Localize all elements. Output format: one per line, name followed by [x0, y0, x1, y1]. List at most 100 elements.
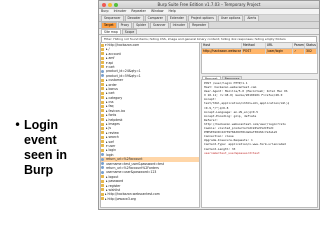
column-method[interactable]: Method: [242, 43, 266, 48]
folder-icon: [101, 126, 104, 130]
tree-item-label: ▸ cart: [105, 91, 115, 96]
tab-repeater[interactable]: Repeater: [189, 22, 210, 28]
table-row[interactable]: http://hackazon.webscantest.com POST /us…: [202, 49, 317, 54]
request-icon: [101, 69, 104, 73]
tree-item-label: username=user&password=123: [105, 170, 157, 175]
tab-site-map[interactable]: Site map: [101, 29, 121, 34]
tab-alerts[interactable]: Alerts: [244, 15, 260, 21]
cell-method: POST: [242, 49, 266, 54]
tree-item-label: ▸ order: [105, 82, 117, 87]
tree-item-label: ▸ bonus: [105, 86, 118, 91]
request-icon: [101, 157, 104, 161]
tree-item-label: ▾ http://hackazon.com: [105, 43, 140, 47]
window-title: Burp Suite Free Edition v1.7.03 – Tempor…: [157, 2, 261, 7]
title-bar: Burp Suite Free Edition v1.7.03 – Tempor…: [99, 1, 319, 9]
tree-item-label: ▸ password: [105, 179, 124, 184]
tree-item-label: ▸ favicon.ico: [105, 108, 126, 113]
tree-item-label: ▸ js: [105, 126, 111, 131]
tree-item-label: product_id=24&qty=1: [105, 69, 141, 74]
tree-item-label: username=test_user&password=test: [105, 161, 164, 166]
tree-item-label: ▸ register: [105, 183, 121, 188]
folder-icon: [101, 192, 104, 196]
folder-icon: [101, 61, 104, 65]
tree-item-label: ▸ customer: [105, 78, 124, 83]
tree-item-label: ▸ /: [105, 47, 110, 52]
folder-icon: [101, 43, 104, 47]
bullet-text: Login event seen in Burp: [24, 118, 67, 178]
tree-item-label: ▸ css: [105, 100, 114, 105]
tab-extender[interactable]: Extender: [166, 15, 187, 21]
tree-item-label: ▸ category: [105, 95, 123, 100]
menu-window[interactable]: Window: [151, 9, 164, 13]
tab-target[interactable]: Target: [101, 22, 117, 28]
tab-intruder[interactable]: Intruder: [169, 22, 189, 28]
folder-icon: [101, 144, 104, 148]
folder-icon: [101, 118, 104, 122]
folder-icon: [101, 122, 104, 126]
folder-icon: [101, 96, 104, 100]
menu-help[interactable]: Help: [169, 9, 176, 13]
tree-item-label: ▸ logout: [105, 174, 119, 179]
tree-item-label: ▸ amf: [105, 56, 115, 61]
tree-item-label: ▸ faq: [105, 104, 114, 109]
request-icon: [101, 166, 104, 170]
menu-repeater[interactable]: Repeater: [131, 9, 146, 13]
bullet-line: Burp: [24, 163, 54, 177]
folder-icon: [101, 131, 104, 135]
folder-icon: [101, 78, 104, 82]
tab-user-options[interactable]: User options: [217, 15, 244, 21]
request-icon: [101, 153, 104, 157]
tab-spider[interactable]: Spider: [133, 22, 149, 28]
tool-tabs-row-1: Sequencer Decoder Comparer Extender Proj…: [99, 15, 319, 22]
request-icon: [101, 162, 104, 166]
menu-burp[interactable]: Burp: [101, 9, 109, 13]
folder-icon: [101, 87, 104, 91]
tree-item-label: return_url=%2Faccount%2Forders: [105, 165, 159, 170]
menu-intruder[interactable]: Intruder: [114, 9, 127, 13]
tab-sequencer[interactable]: Sequencer: [101, 15, 124, 21]
cell-params: ✓: [293, 49, 306, 54]
tree-item-label: ▾ api: [105, 60, 114, 65]
request-icon: [101, 74, 104, 78]
request-icon: [101, 170, 104, 174]
tree-item-label: product_id=59&qty=1: [105, 73, 141, 78]
tree-item-label: ▸ fonts: [105, 113, 117, 118]
raw-request-editor[interactable]: POST /user/login HTTP/1.1 Host: hackazon.…: [201, 79, 318, 208]
folder-icon: [101, 104, 104, 108]
site-map-detail: Host Method URL Params Status http://hac…: [201, 42, 318, 208]
request-line: username=test_user&password=test: [204, 150, 260, 155]
tree-item-label: ▸ http://www.w3.org: [105, 196, 136, 201]
tree-item-label: ▸ search: [105, 135, 119, 140]
tree-item-label: ▾ cart: [105, 64, 115, 69]
folder-icon: [101, 184, 104, 187]
tab-scope[interactable]: Scope: [121, 29, 138, 34]
column-status[interactable]: Status: [305, 43, 317, 48]
site-map-tree[interactable]: ▾ http://hackazon.com ▸ / ▸ account ▸ am…: [100, 42, 200, 208]
tree-item-label: ▸ helpdesk: [105, 117, 123, 122]
column-params[interactable]: Params: [293, 43, 306, 48]
folder-icon: [101, 188, 104, 192]
cell-url: /user/login: [266, 49, 294, 54]
folder-icon: [101, 140, 104, 144]
folder-icon: [101, 100, 104, 104]
tree-item-label: return_url=%2Faccount: [105, 157, 143, 162]
tree-item-label: ▸ login: [105, 148, 117, 153]
tab-scanner[interactable]: Scanner: [150, 22, 169, 28]
tab-project-options[interactable]: Project options: [187, 15, 217, 21]
tab-decoder[interactable]: Decoder: [124, 15, 144, 21]
tab-comparer[interactable]: Comparer: [144, 15, 166, 21]
cell-status: 302: [305, 49, 317, 54]
request-table: Host Method URL Params Status http://hac…: [201, 42, 318, 74]
folder-icon: [101, 109, 104, 113]
tree-item[interactable]: ▸ http://www.w3.org: [101, 197, 199, 201]
folder-icon: [101, 135, 104, 139]
bullet-line: event: [24, 133, 57, 147]
tab-proxy[interactable]: Proxy: [117, 22, 133, 28]
bullet-line: Login: [24, 118, 59, 132]
tool-tabs-row-2: Target Proxy Spider Scanner Intruder Rep…: [99, 22, 319, 29]
column-url[interactable]: URL: [266, 43, 294, 48]
column-host[interactable]: Host: [202, 43, 243, 48]
burp-window: Burp Suite Free Edition v1.7.03 – Tempor…: [98, 0, 320, 210]
folder-icon: [101, 47, 104, 51]
folder-icon: [101, 83, 104, 87]
